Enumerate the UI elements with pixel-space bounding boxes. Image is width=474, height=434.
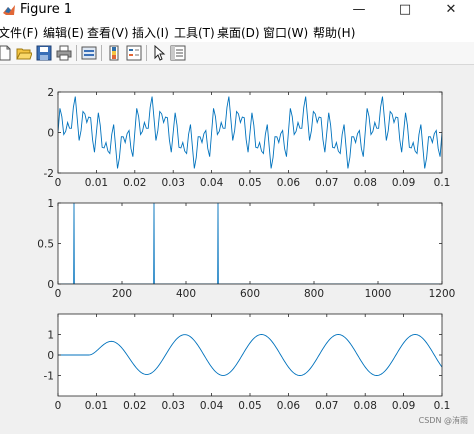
x-tick-label: 0 xyxy=(55,400,62,412)
x-tick-label: 0 xyxy=(55,288,62,300)
x-tick-label: 0 xyxy=(55,177,62,189)
x-tick-label: 0.04 xyxy=(200,400,224,412)
toolbar xyxy=(0,42,474,65)
x-tick-label: 0.06 xyxy=(277,177,301,189)
menu-view[interactable]: 查看(V) xyxy=(87,24,129,41)
axes-1: 0 0.01 0.02 0.03 0.04 0.05 0.06 0.07 0.08 0.09 0.1… xyxy=(44,87,451,189)
close-button[interactable]: ✕ xyxy=(428,0,474,22)
x-tick-label: 600 xyxy=(240,288,260,300)
y-tick-label: -2 xyxy=(44,168,54,180)
save-icon[interactable] xyxy=(36,45,52,61)
menu-bar: 文件(F) 编辑(E) 查看(V) 插入(I) 工具(T) 桌面(D) 窗口(W… xyxy=(0,22,474,42)
figure-canvas[interactable]: 0 0.01 0.02 0.03 0.04 0.05 0.06 0.07 0.08 0.09 0.1… xyxy=(0,65,474,430)
axes-background xyxy=(58,203,442,284)
menu-help[interactable]: 帮助(H) xyxy=(313,24,355,41)
x-tick-label: 1200 xyxy=(429,288,456,300)
y-tick-label: 0 xyxy=(47,279,54,291)
y-tick-label: 0 xyxy=(47,350,54,362)
x-tick-label: 0.08 xyxy=(354,177,377,189)
menu-window[interactable]: 窗口(W) xyxy=(263,24,308,41)
window-title: Figure 1 xyxy=(20,2,73,17)
minimize-button[interactable]: — xyxy=(336,0,382,22)
x-tick-label: 0.1 xyxy=(434,400,451,412)
menu-desktop[interactable]: 桌面(D) xyxy=(217,24,260,41)
maximize-button[interactable]: □ xyxy=(382,0,428,22)
axes-3: 0 0.01 0.02 0.03 0.04 0.05 0.06 0.07 0.08 0.09 0.1… xyxy=(44,313,451,412)
menu-insert[interactable]: 插入(I) xyxy=(132,24,169,41)
x-tick-label: 0.08 xyxy=(354,400,377,412)
x-tick-label: 0.02 xyxy=(123,177,146,189)
edit-plot-arrow-icon[interactable] xyxy=(151,45,167,61)
x-tick-label: 0.01 xyxy=(85,400,108,412)
x-tick-label: 0.09 xyxy=(392,177,415,189)
y-tick-label: 1 xyxy=(47,330,54,342)
new-figure-icon[interactable] xyxy=(0,45,13,61)
open-file-icon[interactable] xyxy=(16,45,32,61)
watermark: CSDN @洧雨 xyxy=(418,416,468,425)
x-tick-label: 0.05 xyxy=(238,400,261,412)
print-icon[interactable] xyxy=(56,45,72,61)
toolbar-separator xyxy=(76,45,77,61)
matlab-logo-icon xyxy=(3,5,15,15)
x-tick-label: 0.03 xyxy=(162,177,185,189)
x-tick-label: 0.06 xyxy=(277,400,301,412)
x-tick-label: 0.05 xyxy=(238,177,261,189)
axes-2: 0 200 400 600 800 1000 1200 0 0.5 1 xyxy=(37,198,455,300)
x-tick-label: 0.1 xyxy=(434,177,451,189)
x-tick-label: 0.09 xyxy=(392,400,415,412)
toolbar-separator xyxy=(101,45,102,61)
menu-edit[interactable]: 编辑(E) xyxy=(43,24,84,41)
property-inspector-icon[interactable] xyxy=(170,45,186,61)
x-tick-label: 1000 xyxy=(365,288,392,300)
toolbar-separator xyxy=(146,45,147,61)
x-tick-label: 0.03 xyxy=(162,400,185,412)
y-tick-label: 1 xyxy=(47,198,54,210)
y-tick-label: 2 xyxy=(47,87,54,99)
x-tick-label: 800 xyxy=(304,288,324,300)
y-tick-label: 0 xyxy=(47,128,54,140)
y-tick-label: -1 xyxy=(44,371,54,383)
x-tick-label: 0.07 xyxy=(315,177,338,189)
menu-tools[interactable]: 工具(T) xyxy=(174,24,215,41)
x-tick-label: 200 xyxy=(112,288,132,300)
x-tick-label: 400 xyxy=(176,288,196,300)
x-tick-label: 0.01 xyxy=(85,177,108,189)
insert-colorbar-icon[interactable] xyxy=(106,45,122,61)
figure-plots: 0 0.01 0.02 0.03 0.04 0.05 0.06 0.07 0.08 0.09 0.1… xyxy=(37,87,455,412)
y-tick-label: 0.5 xyxy=(37,239,54,251)
x-tick-label: 0.02 xyxy=(123,400,146,412)
x-tick-label: 0.07 xyxy=(315,400,338,412)
axes-background xyxy=(58,314,442,396)
x-tick-label: 0.04 xyxy=(200,177,224,189)
window-titlebar: Figure 1 — □ ✕ xyxy=(0,0,474,23)
insert-legend-icon[interactable] xyxy=(126,45,142,61)
link-plot-icon[interactable] xyxy=(81,45,97,61)
menu-file[interactable]: 文件(F) xyxy=(0,24,38,41)
